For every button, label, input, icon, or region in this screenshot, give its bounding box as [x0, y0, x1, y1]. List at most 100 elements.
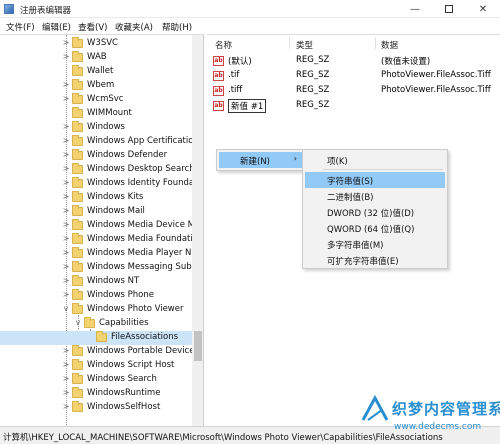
chevron-right-icon[interactable]: >: [62, 402, 70, 412]
chevron-down-icon[interactable]: v: [62, 304, 70, 314]
chevron-right-icon[interactable]: >: [62, 346, 70, 356]
chevron-right-icon[interactable]: >: [62, 136, 70, 146]
menu-view[interactable]: 查看(V): [78, 21, 107, 33]
chevron-right-icon[interactable]: >: [62, 374, 70, 384]
folder-icon: [72, 191, 83, 202]
close-icon: ✕: [478, 3, 488, 15]
tree-item-label: Windows Search: [87, 374, 157, 384]
folder-icon: [72, 163, 83, 174]
folder-icon: [72, 93, 83, 104]
submenu-expandable-string-value[interactable]: 可扩充字符串值(E): [305, 252, 445, 268]
tree-item[interactable]: > Windows: [0, 121, 192, 135]
submenu-string-value[interactable]: 字符串值(S): [305, 172, 445, 188]
chevron-right-icon[interactable]: >: [62, 262, 70, 272]
new-submenu: 项(K) 字符串值(S) 二进制值(B) DWORD (32 位)值(D) QWORD …: [302, 149, 448, 269]
close-button[interactable]: ✕: [466, 0, 500, 18]
chevron-right-icon[interactable]: >: [62, 38, 70, 48]
tree-item[interactable]: > Windows Desktop Search: [0, 163, 195, 177]
tree-item[interactable]: > WAB: [0, 51, 192, 65]
minimize-button[interactable]: —: [398, 0, 432, 18]
menu-edit[interactable]: 编辑(E): [42, 21, 71, 33]
tree-item-label: Windows Defender: [87, 150, 168, 160]
submenu-multi-string-value[interactable]: 多字符串值(M): [305, 236, 445, 252]
tree-item[interactable]: > Windows Script Host: [0, 359, 192, 373]
tree-item[interactable]: FileAssociations: [0, 331, 192, 345]
tree-item[interactable]: > Windows Identity Foundati: [0, 177, 200, 191]
chevron-right-icon[interactable]: >: [62, 206, 70, 216]
window-title: 注册表编辑器: [20, 6, 72, 16]
tree-item-label: Windows NT: [87, 276, 140, 286]
tree-item[interactable]: > Windows Media Device M: [0, 219, 195, 233]
value-row[interactable]: ab .tif REG_SZ PhotoViewer.FileAssoc.Tiff: [207, 69, 500, 83]
menu-file[interactable]: 文件(F): [6, 21, 35, 33]
chevron-right-icon[interactable]: >: [62, 276, 70, 286]
column-separator[interactable]: [375, 37, 376, 49]
value-row[interactable]: ab 新值 #1 REG_SZ: [207, 99, 500, 113]
tree-item[interactable]: > Windows Media Player NS: [0, 247, 197, 261]
chevron-right-icon[interactable]: >: [62, 122, 70, 132]
chevron-right-icon[interactable]: >: [62, 80, 70, 90]
tree-item[interactable]: > Windows Defender: [0, 149, 192, 163]
chevron-right-icon[interactable]: >: [62, 150, 70, 160]
chevron-right-icon[interactable]: >: [62, 248, 70, 258]
tree-scrollbar-thumb[interactable]: [194, 331, 202, 361]
tree-item[interactable]: > WcmSvc: [0, 93, 192, 107]
column-separator[interactable]: [289, 37, 290, 49]
chevron-right-icon[interactable]: >: [62, 220, 70, 230]
tree-item[interactable]: > Windows Phone: [0, 289, 192, 303]
column-header-data[interactable]: 数据: [381, 39, 398, 51]
value-name: .tif: [228, 70, 240, 80]
tree-item[interactable]: > Windows Search: [0, 373, 192, 387]
tree-item[interactable]: v Windows Photo Viewer: [0, 303, 192, 317]
tree-item[interactable]: > Windows NT: [0, 275, 192, 289]
value-row[interactable]: ab .tiff REG_SZ PhotoViewer.FileAssoc.Tiff: [207, 84, 500, 98]
tree-scrollbar[interactable]: [192, 35, 203, 426]
folder-icon: [72, 51, 83, 62]
submenu-separator: [323, 169, 443, 170]
tree-item[interactable]: > Windows Media Foundatic: [0, 233, 197, 247]
tree-item[interactable]: Wallet: [0, 65, 192, 79]
tree-item[interactable]: > Windows Kits: [0, 191, 192, 205]
chevron-right-icon[interactable]: >: [62, 192, 70, 202]
tree-item-label: Windows Media Foundatic: [87, 234, 198, 244]
chevron-right-icon[interactable]: >: [62, 234, 70, 244]
column-header-type[interactable]: 类型: [296, 39, 313, 51]
column-header-name[interactable]: 名称: [215, 39, 232, 51]
chevron-right-icon[interactable]: >: [62, 290, 70, 300]
maximize-button[interactable]: [432, 0, 466, 18]
submenu-dword-value[interactable]: DWORD (32 位)值(D): [305, 204, 445, 220]
menu-favorites[interactable]: 收藏夹(A): [115, 21, 153, 33]
value-type: REG_SZ: [296, 70, 330, 80]
chevron-right-icon[interactable]: >: [62, 178, 70, 188]
tree-item[interactable]: > Windows App Certification: [0, 135, 199, 149]
chevron-right-icon[interactable]: >: [62, 360, 70, 370]
chevron-right-icon[interactable]: >: [62, 164, 70, 174]
registry-tree-pane[interactable]: > W3SVC > WAB Wallet > Wbem > WcmSvc WIMMount > Win…: [0, 34, 204, 426]
tree-item[interactable]: > Windows Mail: [0, 205, 192, 219]
tree-item[interactable]: > WindowsRuntime: [0, 387, 192, 401]
chevron-down-icon[interactable]: v: [74, 318, 82, 328]
folder-icon: [84, 317, 95, 328]
tree-item[interactable]: > W3SVC: [0, 37, 192, 51]
submenu-qword-value[interactable]: QWORD (64 位)值(Q): [305, 220, 445, 236]
chevron-right-icon[interactable]: >: [62, 52, 70, 62]
submenu-binary-value[interactable]: 二进制值(B): [305, 188, 445, 204]
submenu-key[interactable]: 项(K): [305, 152, 445, 168]
tree-item[interactable]: > Wbem: [0, 79, 192, 93]
minimize-icon: —: [410, 3, 420, 15]
value-row[interactable]: ab (默认) REG_SZ (数值未设置): [207, 54, 500, 68]
folder-icon: [72, 345, 83, 356]
tree-item-label: Windows Phone: [87, 290, 154, 300]
chevron-right-icon[interactable]: >: [62, 94, 70, 104]
menu-help[interactable]: 帮助(H): [162, 21, 192, 33]
tree-item[interactable]: v Capabilities: [0, 317, 192, 331]
value-name-edit-field[interactable]: 新值 #1: [228, 99, 267, 113]
context-menu-new[interactable]: 新建(N) ›: [219, 152, 303, 168]
tree-item[interactable]: > Windows Messaging Subs: [0, 261, 196, 275]
chevron-right-icon[interactable]: >: [62, 388, 70, 398]
tree-item[interactable]: > Windows Portable Devices: [0, 345, 199, 359]
tree-item[interactable]: > WindowsSelfHost: [0, 401, 192, 415]
tree-item[interactable]: WIMMount: [0, 107, 192, 121]
tree-item-label: Windows Identity Foundati: [87, 178, 200, 188]
